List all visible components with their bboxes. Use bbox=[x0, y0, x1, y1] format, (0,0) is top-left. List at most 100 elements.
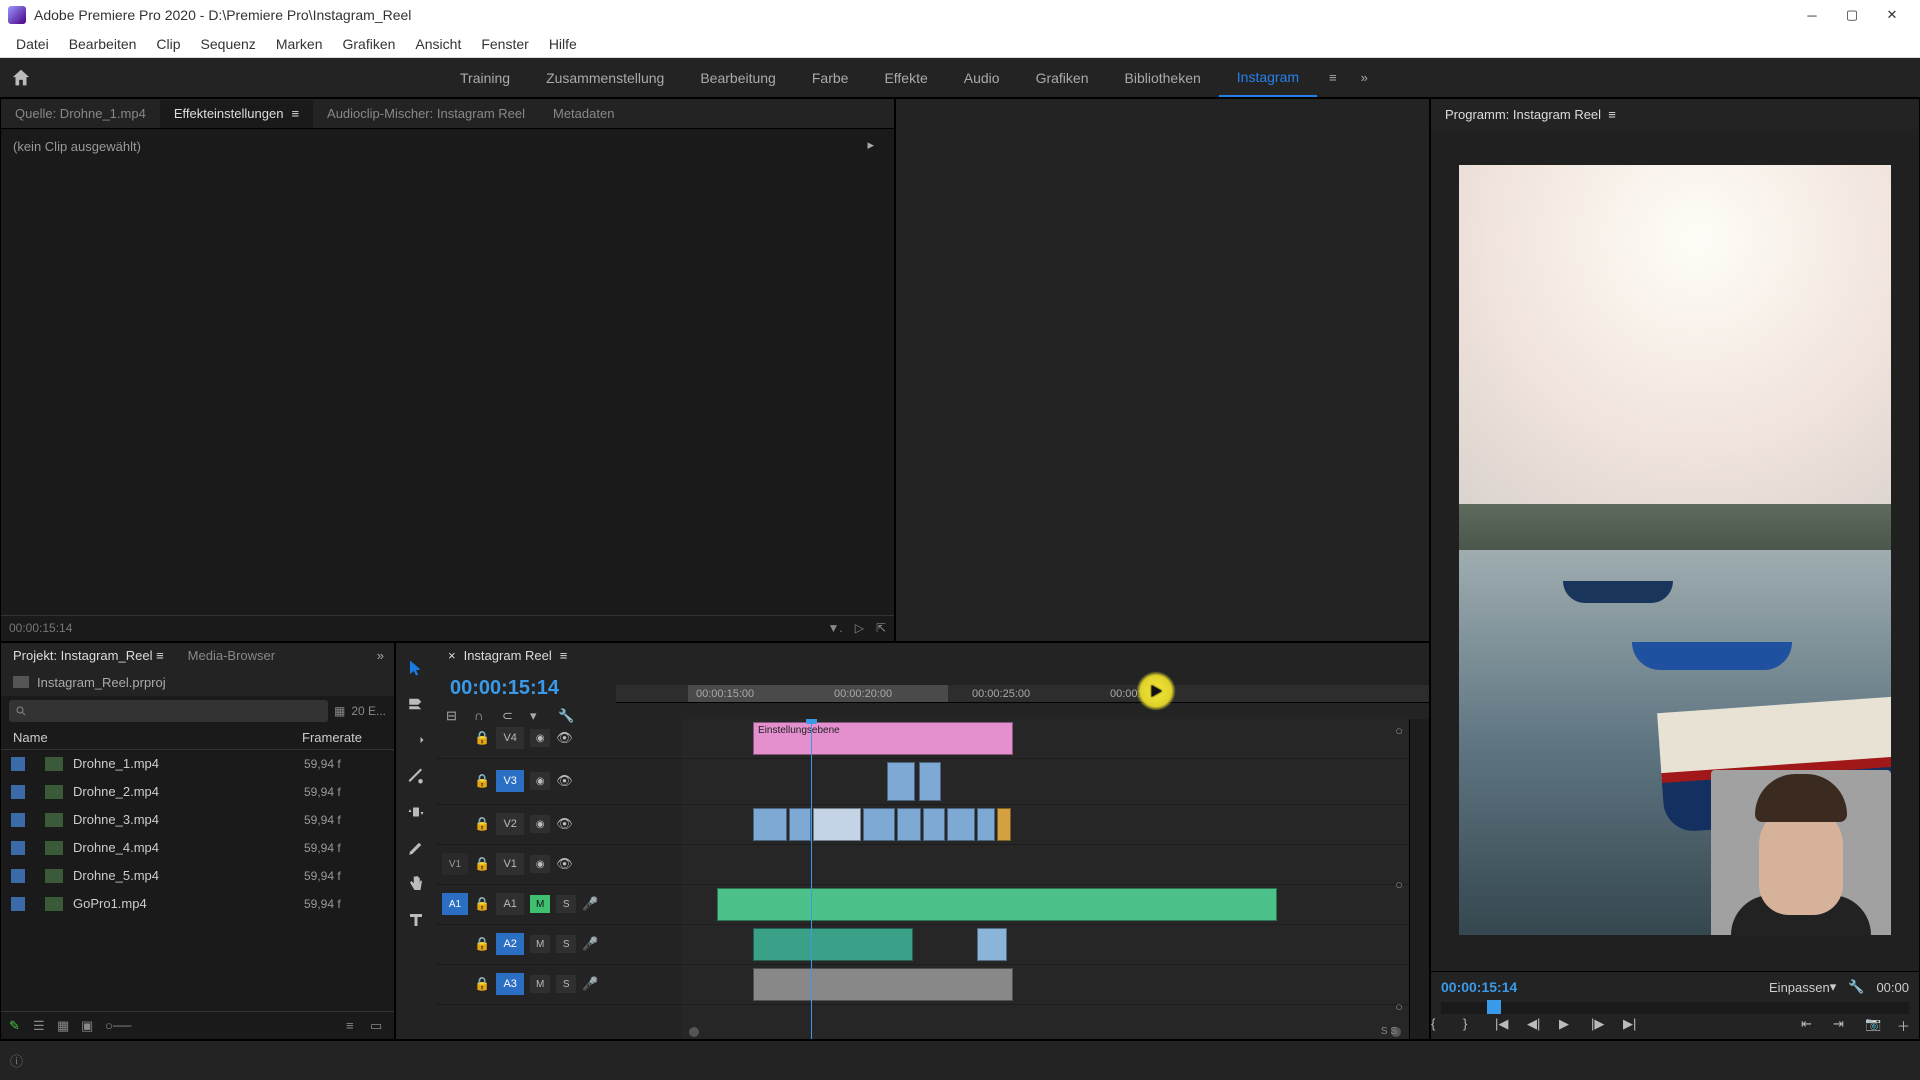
menu-ansicht[interactable]: Ansicht bbox=[405, 32, 471, 56]
export-frame-icon[interactable]: 📷 bbox=[1865, 1016, 1887, 1038]
minimize-button[interactable]: ─ bbox=[1792, 0, 1832, 30]
marker-icon[interactable]: ▾ bbox=[530, 708, 548, 726]
clip-audio[interactable] bbox=[717, 888, 1277, 921]
lock-icon[interactable]: 🔒 bbox=[474, 896, 490, 912]
timeline-tab[interactable]: × Instagram Reel ≡ bbox=[436, 643, 579, 668]
timeline-ruler[interactable]: 00:00:15:00 00:00:20:00 00:00:25:00 00:0… bbox=[616, 669, 1429, 719]
hand-tool-icon[interactable] bbox=[405, 873, 427, 895]
chevron-down-icon[interactable]: ▾ bbox=[1830, 979, 1837, 995]
export-icon[interactable]: ⇱ bbox=[876, 621, 886, 635]
clip-video[interactable] bbox=[897, 808, 921, 841]
workspace-overflow-icon[interactable]: » bbox=[1349, 60, 1380, 95]
program-scrubber[interactable] bbox=[1441, 1002, 1909, 1014]
zoom-slider[interactable]: ○── bbox=[105, 1018, 121, 1034]
razor-tool-icon[interactable] bbox=[405, 765, 427, 787]
project-item[interactable]: Drohne_3.mp459,94 f bbox=[1, 806, 394, 834]
lock-icon[interactable]: 🔒 bbox=[474, 936, 490, 952]
toggle-output-icon[interactable]: ◉ bbox=[530, 855, 550, 873]
workspace-bibliotheken[interactable]: Bibliotheken bbox=[1107, 60, 1219, 96]
workspace-menu-icon[interactable]: ≡ bbox=[1317, 60, 1349, 95]
workspace-training[interactable]: Training bbox=[442, 60, 528, 96]
play-only-icon[interactable]: ▷ bbox=[855, 621, 864, 635]
ripple-edit-tool-icon[interactable] bbox=[405, 729, 427, 751]
settings-icon[interactable]: 🔧 bbox=[558, 708, 576, 726]
program-timecode[interactable]: 00:00:15:14 bbox=[1441, 979, 1517, 995]
workspace-grafiken[interactable]: Grafiken bbox=[1018, 60, 1107, 96]
tab-audio-mixer[interactable]: Audioclip-Mischer: Instagram Reel bbox=[313, 100, 539, 127]
mark-out-icon[interactable]: } bbox=[1463, 1016, 1485, 1038]
list-view-icon[interactable]: ☰ bbox=[33, 1018, 49, 1034]
panel-overflow-icon[interactable]: » bbox=[367, 644, 394, 667]
timeline-zoom-scrollbar[interactable] bbox=[681, 1027, 1409, 1037]
clip-video[interactable] bbox=[923, 808, 945, 841]
mute-button[interactable]: M bbox=[530, 975, 550, 993]
snap-icon[interactable]: ∩ bbox=[474, 708, 492, 726]
menu-bearbeiten[interactable]: Bearbeiten bbox=[59, 32, 147, 56]
insert-icon[interactable]: ⊟ bbox=[446, 708, 464, 726]
icon-view-icon[interactable]: ▦ bbox=[57, 1018, 73, 1034]
clip-adjustment-layer[interactable]: Einstellungsebene bbox=[753, 722, 1013, 755]
lock-icon[interactable]: 🔒 bbox=[474, 976, 490, 992]
clip-video[interactable] bbox=[887, 762, 915, 801]
mark-in-icon[interactable]: { bbox=[1431, 1016, 1453, 1038]
linked-selection-icon[interactable]: ⊂ bbox=[502, 708, 520, 726]
timeline-timecode[interactable]: 00:00:15:14 bbox=[436, 669, 616, 708]
track-head-a3[interactable]: 🔒A3MS🎤 bbox=[436, 965, 681, 1005]
freeform-view-icon[interactable]: ▣ bbox=[81, 1018, 97, 1034]
program-monitor[interactable] bbox=[1431, 129, 1919, 971]
sort-icon[interactable]: ≡ bbox=[346, 1018, 362, 1034]
mute-button[interactable]: M bbox=[530, 895, 550, 913]
tab-media-browser[interactable]: Media-Browser bbox=[176, 643, 287, 668]
filter-icon[interactable]: ▼. bbox=[827, 621, 842, 635]
clip-audio[interactable] bbox=[977, 928, 1007, 961]
playhead[interactable] bbox=[811, 719, 812, 1039]
workspace-instagram[interactable]: Instagram bbox=[1219, 59, 1317, 97]
solo-button[interactable]: S bbox=[556, 935, 576, 953]
project-item[interactable]: Drohne_5.mp459,94 f bbox=[1, 862, 394, 890]
workspace-farbe[interactable]: Farbe bbox=[794, 60, 867, 96]
lock-icon[interactable]: 🔒 bbox=[474, 730, 490, 746]
info-icon[interactable]: ⓘ bbox=[10, 1051, 23, 1070]
clip-video[interactable] bbox=[789, 808, 811, 841]
project-search-input[interactable] bbox=[9, 700, 328, 722]
eye-icon[interactable]: 👁 bbox=[556, 856, 573, 872]
clip-audio[interactable] bbox=[753, 928, 913, 961]
program-title[interactable]: Programm: Instagram Reel ≡ bbox=[1431, 101, 1630, 128]
toggle-output-icon[interactable]: ◉ bbox=[530, 772, 550, 790]
column-name[interactable]: Name bbox=[13, 730, 302, 745]
voiceover-icon[interactable]: 🎤 bbox=[582, 936, 598, 952]
track-head-v2[interactable]: 🔒V2◉👁 bbox=[436, 805, 681, 845]
new-bin-icon[interactable]: ▦ bbox=[334, 704, 345, 718]
track-head-a2[interactable]: 🔒A2MS🎤 bbox=[436, 925, 681, 965]
menu-marken[interactable]: Marken bbox=[266, 32, 333, 56]
panel-menu-icon[interactable]: ≡ bbox=[1608, 107, 1616, 122]
panel-menu-icon[interactable]: ≡ bbox=[560, 648, 568, 663]
workspace-bearbeitung[interactable]: Bearbeitung bbox=[682, 60, 794, 96]
clip-video[interactable] bbox=[863, 808, 895, 841]
clip-video[interactable] bbox=[947, 808, 975, 841]
lock-icon[interactable]: 🔒 bbox=[474, 856, 490, 872]
home-button[interactable] bbox=[10, 67, 32, 89]
voiceover-icon[interactable]: 🎤 bbox=[582, 976, 598, 992]
eye-icon[interactable]: 👁 bbox=[556, 730, 573, 746]
track-head-v3[interactable]: 🔒V3◉👁 bbox=[436, 759, 681, 805]
tab-effect-controls[interactable]: Effekteinstellungen≡ bbox=[160, 100, 313, 128]
workspace-zusammenstellung[interactable]: Zusammenstellung bbox=[528, 60, 682, 96]
menu-sequenz[interactable]: Sequenz bbox=[191, 32, 266, 56]
settings-icon[interactable]: 🔧 bbox=[1848, 979, 1864, 995]
mute-button[interactable]: M bbox=[530, 935, 550, 953]
lock-icon[interactable]: 🔒 bbox=[474, 816, 490, 832]
project-item[interactable]: GoPro1.mp459,94 f bbox=[1, 890, 394, 918]
step-forward-icon[interactable]: |▶ bbox=[1591, 1016, 1613, 1038]
go-to-in-icon[interactable]: |◀ bbox=[1495, 1016, 1517, 1038]
clip-video[interactable] bbox=[813, 808, 861, 841]
automate-icon[interactable]: ▭ bbox=[370, 1018, 386, 1034]
zoom-dropdown[interactable]: Einpassen bbox=[1769, 980, 1830, 995]
toggle-output-icon[interactable]: ◉ bbox=[530, 729, 550, 747]
maximize-button[interactable]: ▢ bbox=[1832, 0, 1872, 30]
solo-button[interactable]: S bbox=[556, 975, 576, 993]
source-patch[interactable]: A1 bbox=[442, 893, 468, 915]
close-button[interactable]: ✕ bbox=[1872, 0, 1912, 30]
menu-clip[interactable]: Clip bbox=[146, 32, 190, 56]
workspace-audio[interactable]: Audio bbox=[946, 60, 1018, 96]
